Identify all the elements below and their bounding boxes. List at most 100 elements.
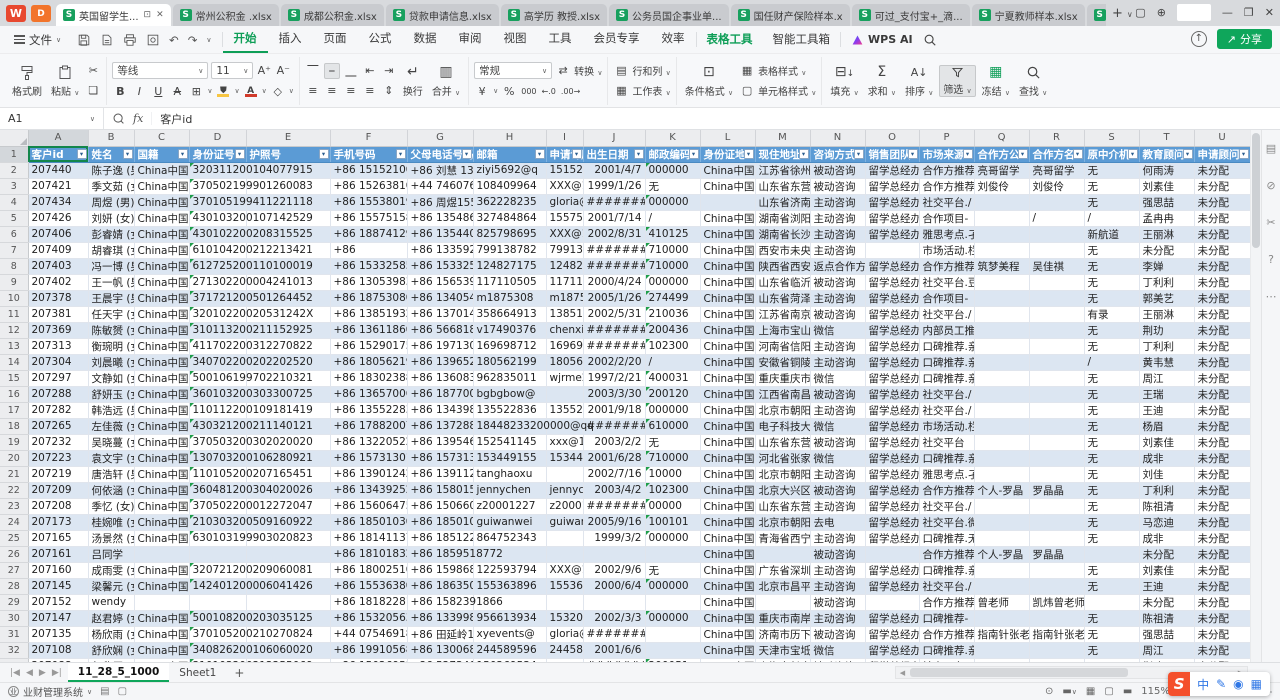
cell-G10[interactable]: +86 1340540988 bbox=[407, 290, 473, 306]
cell-M11[interactable]: 江苏省南京 bbox=[755, 306, 810, 322]
font-color-button[interactable]: A bbox=[243, 83, 259, 99]
cell-R16[interactable] bbox=[1029, 386, 1084, 402]
header-cell-P[interactable]: 市场来源▾ bbox=[919, 146, 974, 162]
layout-mode-icon[interactable]: ▢ bbox=[1135, 6, 1145, 19]
cell-A24[interactable]: 207173 bbox=[28, 514, 88, 530]
document-tab[interactable]: S国任财产保险样本.x bbox=[731, 4, 850, 26]
cell-F2[interactable]: +86 15152100 bbox=[330, 162, 407, 178]
help-icon[interactable]: ? bbox=[1268, 253, 1274, 266]
cell-S14[interactable]: / bbox=[1084, 354, 1139, 370]
cell-J29[interactable] bbox=[583, 594, 645, 610]
cell-R20[interactable] bbox=[1029, 450, 1084, 466]
cell-G7[interactable]: +86 1335925706 bbox=[407, 242, 473, 258]
cell-F25[interactable]: +86 18141137 bbox=[330, 530, 407, 546]
cell-style-label[interactable]: 单元格样式 ∨ bbox=[758, 83, 816, 98]
cell-R11[interactable] bbox=[1029, 306, 1084, 322]
cell-T4[interactable]: 强思喆 bbox=[1139, 194, 1194, 210]
cell-M29[interactable] bbox=[755, 594, 810, 610]
format-painter-button[interactable]: 格式刷 bbox=[9, 64, 45, 98]
cell-B4[interactable]: 周煜 (男) bbox=[88, 194, 134, 210]
vertical-scrollbar[interactable] bbox=[1250, 130, 1261, 662]
cell-S8[interactable]: 无 bbox=[1084, 258, 1139, 274]
cell-R9[interactable] bbox=[1029, 274, 1084, 290]
cell-N4[interactable]: 主动咨询 bbox=[810, 194, 865, 210]
cell-N16[interactable]: 被动咨询 bbox=[810, 386, 865, 402]
cell-P6[interactable]: 雅思考点.孑 bbox=[919, 226, 974, 242]
cell-K23[interactable]: 00000 bbox=[645, 498, 700, 514]
cell-T18[interactable]: 杨眉 bbox=[1139, 418, 1194, 434]
cell-K19[interactable]: 无 bbox=[645, 434, 700, 450]
cell-H19[interactable]: 152541145 bbox=[473, 434, 546, 450]
cell-K27[interactable]: 无 bbox=[645, 562, 700, 578]
cell-G8[interactable]: +86 1533258500 bbox=[407, 258, 473, 274]
cell-R21[interactable] bbox=[1029, 466, 1084, 482]
cell-Q16[interactable] bbox=[974, 386, 1029, 402]
cell-O11[interactable]: 留学总经办 bbox=[865, 306, 919, 322]
cell-P26[interactable]: 合作方推荐 bbox=[919, 546, 974, 562]
cell-K30[interactable]: 000000 bbox=[645, 610, 700, 626]
cell-L31[interactable]: China中国 bbox=[700, 626, 755, 642]
cell-Q2[interactable]: 亮哥留学 bbox=[974, 162, 1029, 178]
cell-K9[interactable]: 000000 bbox=[645, 274, 700, 290]
decrease-decimal-icon[interactable]: .00→ bbox=[560, 83, 581, 99]
cell-M10[interactable]: 山东省菏泽 bbox=[755, 290, 810, 306]
cell-A7[interactable]: 207409 bbox=[28, 242, 88, 258]
row-number-1[interactable]: 1 bbox=[0, 146, 28, 162]
cell-F15[interactable]: +86 18302388 bbox=[330, 370, 407, 386]
column-header-D[interactable]: D bbox=[189, 130, 246, 146]
row-number-9[interactable]: 9 bbox=[0, 274, 28, 290]
decrease-indent-icon[interactable]: ⇤ bbox=[362, 63, 378, 79]
cell-M24[interactable]: 北京市朝阳 bbox=[755, 514, 810, 530]
column-header-G[interactable]: G bbox=[407, 130, 473, 146]
column-header-P[interactable]: P bbox=[919, 130, 974, 146]
cell-J14[interactable]: 2002/2/20 bbox=[583, 354, 645, 370]
cell-C26[interactable] bbox=[134, 546, 189, 562]
cell-G3[interactable]: +44 7460762888 bbox=[407, 178, 473, 194]
insert-function-icon[interactable]: fx bbox=[133, 112, 143, 125]
cell-T12[interactable]: 荆玏 bbox=[1139, 322, 1194, 338]
cell-K13[interactable]: 102300 bbox=[645, 338, 700, 354]
scroll-left-icon[interactable]: ◀ bbox=[896, 669, 909, 677]
cell-C27[interactable]: China中国 bbox=[134, 562, 189, 578]
cell-S12[interactable]: 无 bbox=[1084, 322, 1139, 338]
cell-M25[interactable]: 青海省西宁 bbox=[755, 530, 810, 546]
cell-A4[interactable]: 207434 bbox=[28, 194, 88, 210]
cell-R13[interactable] bbox=[1029, 338, 1084, 354]
cell-S15[interactable]: 无 bbox=[1084, 370, 1139, 386]
cell-L3[interactable]: China中国 bbox=[700, 178, 755, 194]
cell-O31[interactable]: 留学总经办 bbox=[865, 626, 919, 642]
cell-J12[interactable]: ######## bbox=[583, 322, 645, 338]
cell-P15[interactable]: 口碑推荐.亲 bbox=[919, 370, 974, 386]
header-cell-O[interactable]: 销售团队▾ bbox=[865, 146, 919, 162]
menu-item-工具[interactable]: 工具 bbox=[538, 26, 583, 53]
cell-D16[interactable]: 360103200303300725 bbox=[189, 386, 246, 402]
row-number-23[interactable]: 23 bbox=[0, 498, 28, 514]
cell-L16[interactable]: China中国 bbox=[700, 386, 755, 402]
cell-K21[interactable]: 10000 bbox=[645, 466, 700, 482]
cell-P25[interactable]: 口碑推荐.无 bbox=[919, 530, 974, 546]
number-format-select[interactable]: 常规∨ bbox=[474, 62, 552, 79]
cell-R7[interactable] bbox=[1029, 242, 1084, 258]
cell-D10[interactable]: 371721200501264452 bbox=[189, 290, 246, 306]
cell-M14[interactable]: 安徽省铜陵 bbox=[755, 354, 810, 370]
cell-F31[interactable]: +44 07546918 bbox=[330, 626, 407, 642]
cell-H25[interactable]: 864752343 bbox=[473, 530, 546, 546]
cell-O22[interactable]: 留学总经办 bbox=[865, 482, 919, 498]
cell-O13[interactable]: 留学总经办 bbox=[865, 338, 919, 354]
cell-Q9[interactable] bbox=[974, 274, 1029, 290]
cell-T2[interactable]: 何雨涛 bbox=[1139, 162, 1194, 178]
share-button[interactable]: ↗ 分享 bbox=[1217, 29, 1272, 49]
filter-icon[interactable]: ▾ bbox=[396, 149, 406, 159]
header-cell-K[interactable]: 邮政编码▾ bbox=[645, 146, 700, 162]
cell-R29[interactable]: 凯炜曾老师 bbox=[1029, 594, 1084, 610]
board-icon[interactable]: ▤ bbox=[100, 686, 109, 697]
cell-U15[interactable]: 未分配 bbox=[1194, 370, 1250, 386]
cell-G28[interactable]: +86 1863505000 bbox=[407, 578, 473, 594]
cell-P18[interactable]: 市场活动.栏 bbox=[919, 418, 974, 434]
globe-icon[interactable]: ⊕ bbox=[1157, 6, 1166, 19]
column-header-E[interactable]: E bbox=[246, 130, 330, 146]
cell-H24[interactable]: guiwanwei bbox=[473, 514, 546, 530]
cell-O2[interactable]: 留学总经办 bbox=[865, 162, 919, 178]
cell-T23[interactable]: 陈祖清 bbox=[1139, 498, 1194, 514]
menu-item-插入[interactable]: 插入 bbox=[268, 26, 313, 53]
